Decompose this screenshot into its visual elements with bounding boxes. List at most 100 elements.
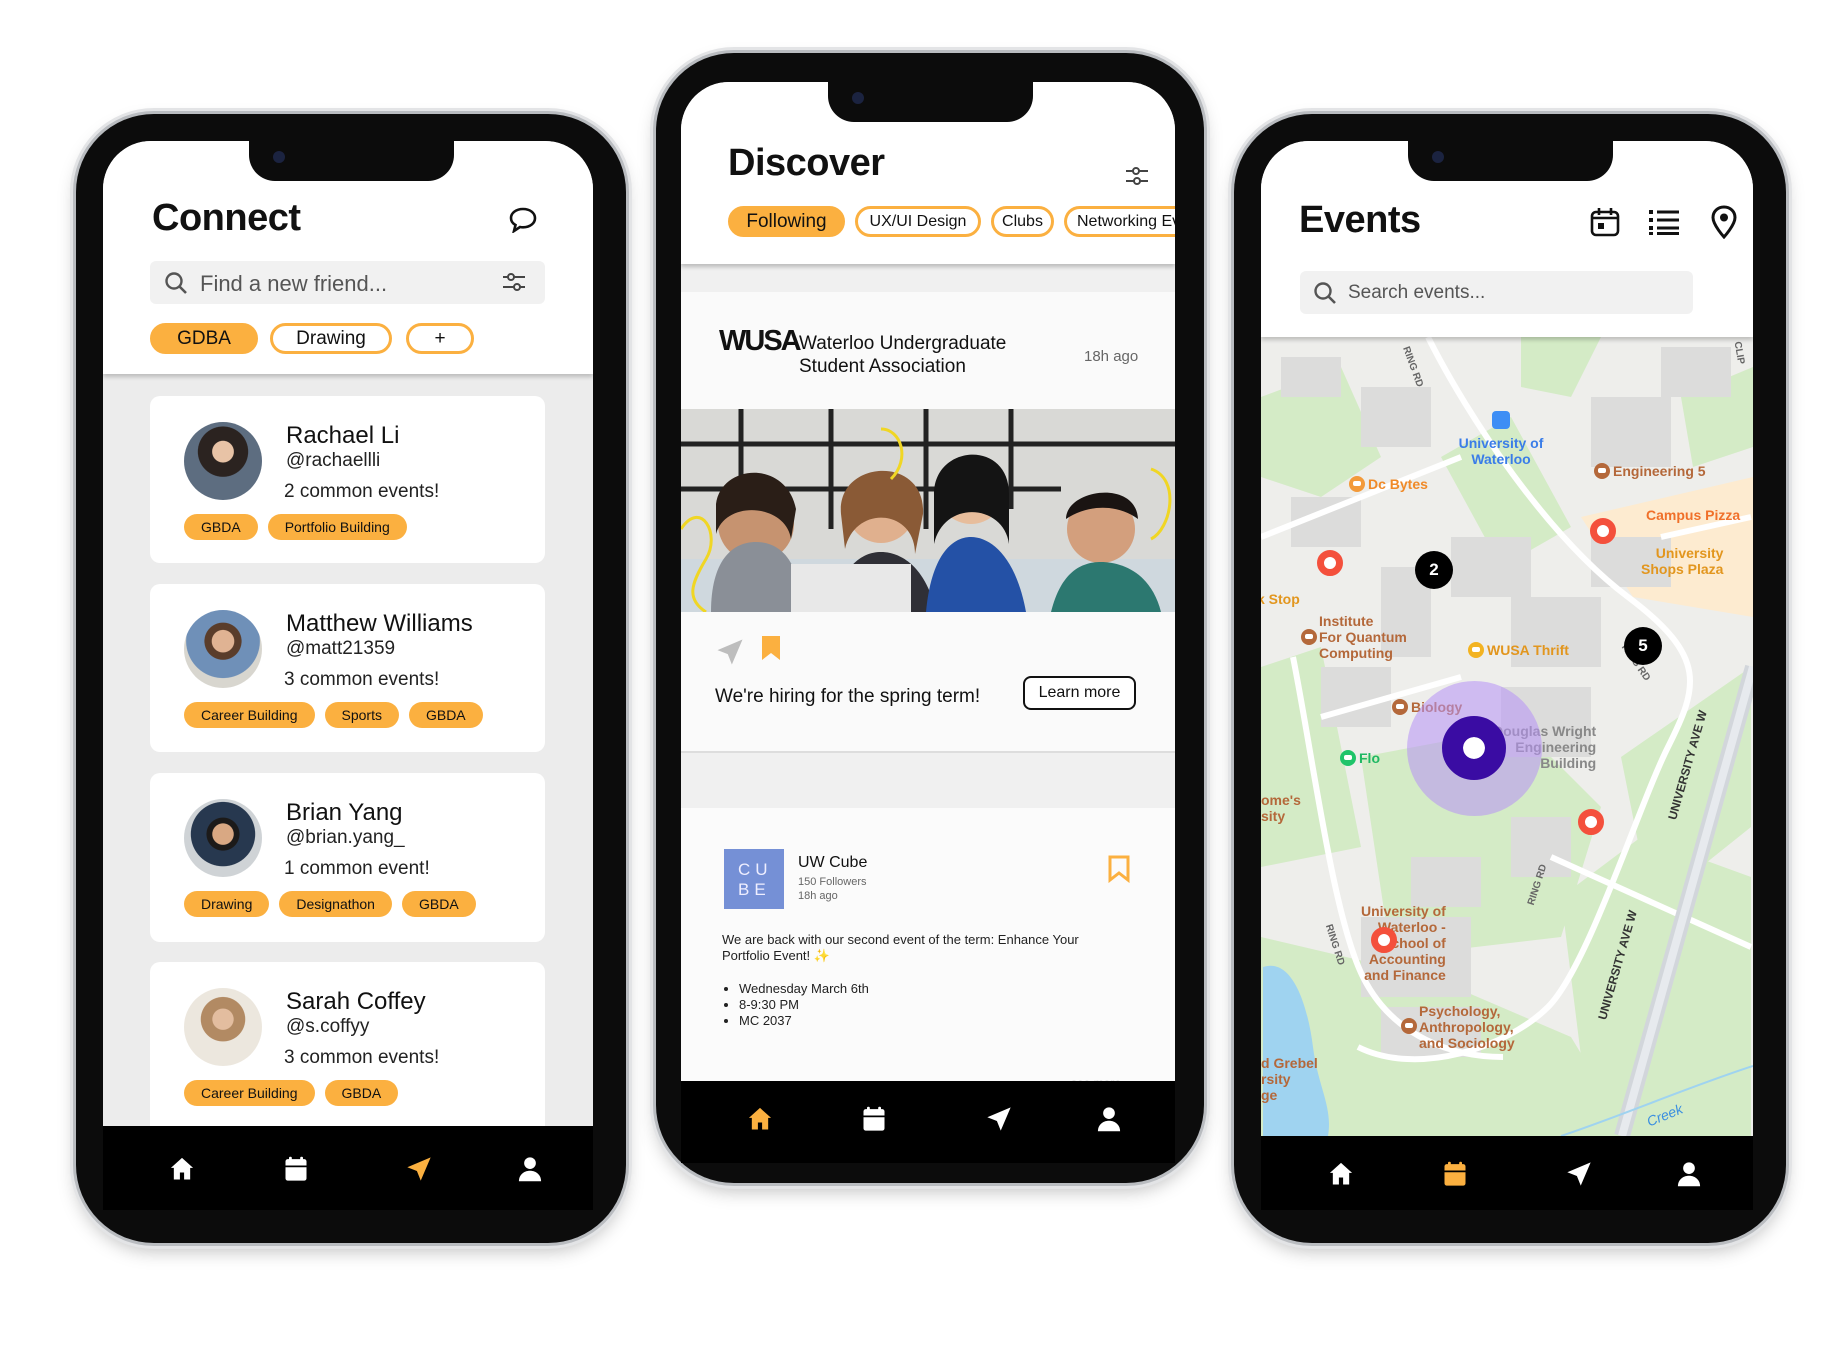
nav-profile-icon[interactable] (516, 1155, 544, 1183)
tag: Career Building (184, 702, 315, 728)
filter-sliders-icon[interactable] (502, 271, 526, 293)
camera-icon (1432, 151, 1444, 163)
share-send-icon[interactable] (715, 637, 745, 667)
chat-icon[interactable] (509, 207, 537, 233)
map-label-university-shops-plaza: University Shops Plaza (1641, 545, 1723, 577)
nav-home-icon[interactable] (168, 1155, 196, 1183)
bottom-nav (1261, 1136, 1753, 1210)
friend-card[interactable]: Brian Yang @brian.yang_ 1 common event! … (150, 773, 545, 942)
filter-chip-gdba[interactable]: GDBA (150, 323, 258, 354)
campus-map[interactable]: University of Waterloo Dc Bytes Engineer… (1261, 337, 1753, 1136)
phone-connect: Connect Find a new friend... GDBA Drawin… (76, 114, 626, 1243)
post-uw-cube[interactable]: CUBE UW Cube 150 Followers 18h ago We ar… (681, 808, 1175, 1108)
common-events: 3 common events! (284, 669, 440, 690)
nav-calendar-icon[interactable] (282, 1155, 310, 1183)
place-name: Computing (1319, 645, 1393, 661)
org-name: UW Cube (798, 854, 868, 871)
tag: Sports (324, 702, 399, 728)
place-name: Dc Bytes (1368, 476, 1428, 492)
friend-card[interactable]: Matthew Williams @matt21359 3 common eve… (150, 584, 545, 752)
place-name: d Grebel (1261, 1055, 1318, 1071)
learn-more-button[interactable]: Learn more (1023, 676, 1136, 710)
tag: GBDA (184, 514, 258, 540)
map-label-flo: Flo (1340, 750, 1380, 766)
search-placeholder: Find a new friend... (200, 271, 388, 296)
post-wusa[interactable]: WUSA Waterloo Undergraduate Student Asso… (681, 292, 1175, 751)
org-name-line: Waterloo Undergraduate (799, 333, 1007, 354)
nav-profile-icon[interactable] (1095, 1105, 1123, 1133)
place-name: Institute (1319, 613, 1374, 629)
wusa-logo: WUSA (719, 325, 802, 357)
add-filter-button[interactable]: + (406, 323, 474, 354)
nav-profile-icon[interactable] (1675, 1160, 1703, 1188)
place-name: and Finance (1364, 967, 1446, 983)
nav-calendar-icon[interactable] (860, 1105, 888, 1133)
place-name: Psychology, (1419, 1003, 1501, 1019)
chip-ux-ui-design[interactable]: UX/UI Design (855, 206, 981, 237)
event-location: MC 2037 (739, 1013, 869, 1029)
chip-clubs[interactable]: Clubs (991, 206, 1054, 237)
chip-networking-events[interactable]: Networking Ev (1064, 206, 1175, 237)
place-name: ge (1261, 1087, 1278, 1103)
place-name: ome's (1261, 792, 1301, 808)
friend-handle: @matt21359 (286, 638, 396, 659)
event-cluster[interactable]: 2 (1415, 551, 1453, 589)
map-label-stop: k Stop (1261, 591, 1300, 607)
search-events-input[interactable]: Search events... (1300, 271, 1693, 314)
tag: Portfolio Building (267, 514, 407, 540)
map-label-conrad-grebel: d Grebel rsity ge (1261, 1055, 1318, 1103)
chip-following[interactable]: Following (728, 206, 845, 237)
tag: Drawing (184, 891, 270, 917)
friend-handle: @rachaellli (286, 450, 381, 471)
common-events: 3 common events! (284, 1047, 440, 1068)
avatar (184, 799, 262, 877)
event-time: 8-9:30 PM (739, 997, 869, 1013)
nav-calendar-icon[interactable] (1441, 1160, 1469, 1188)
bottom-nav (103, 1126, 593, 1210)
bike-icon (1340, 750, 1356, 766)
place-name: and Sociology (1419, 1035, 1515, 1051)
filter-chip-drawing[interactable]: Drawing (270, 323, 392, 354)
search-input[interactable]: Find a new friend... (150, 261, 545, 304)
user-location-dot (1442, 716, 1506, 780)
event-pin[interactable] (1578, 809, 1604, 835)
event-pin[interactable] (1590, 518, 1616, 544)
friend-name: Sarah Coffey (286, 988, 426, 1015)
tag: Career Building (184, 1080, 315, 1106)
notch (249, 141, 454, 181)
friend-card[interactable]: Rachael Li @rachaellli 2 common events! … (150, 396, 545, 563)
search-placeholder: Search events... (1348, 282, 1486, 303)
place-name: Engineering 5 (1613, 463, 1706, 479)
place-name: Flo (1359, 750, 1380, 766)
post-time: 18h ago (1084, 348, 1139, 365)
tag: Designathon (279, 891, 392, 917)
avatar (184, 422, 262, 500)
place-name: Anthropology, (1419, 1019, 1514, 1035)
event-pin[interactable] (1317, 550, 1343, 576)
event-details-list: Wednesday March 6th 8-9:30 PM MC 2037 (739, 981, 869, 1029)
nav-home-icon[interactable] (746, 1105, 774, 1133)
tag: GBDA (324, 1080, 399, 1106)
phone-discover: Discover Following UX/UI Design Clubs Ne… (656, 53, 1204, 1183)
notch (828, 82, 1033, 122)
bookmark-icon[interactable] (761, 635, 781, 661)
friend-name: Matthew Williams (286, 610, 473, 637)
search-icon (1314, 282, 1336, 304)
nav-send-icon[interactable] (405, 1155, 433, 1183)
calendar-view-icon[interactable] (1589, 206, 1621, 238)
bookmark-outline-icon[interactable] (1108, 855, 1130, 883)
shopping-bag-icon (1468, 642, 1484, 658)
tag: GBDA (408, 702, 483, 728)
filter-sliders-icon[interactable] (1125, 165, 1149, 187)
nav-home-icon[interactable] (1327, 1160, 1355, 1188)
nav-send-icon[interactable] (985, 1105, 1013, 1133)
event-cluster[interactable]: 5 (1624, 627, 1662, 665)
post-body: We are back with our second event of the… (722, 932, 1079, 963)
map-label-st-jeromes: ome's sity (1261, 792, 1301, 824)
friend-card[interactable]: Sarah Coffey @s.coffyy 3 common events! … (150, 962, 545, 1142)
map-view-icon[interactable] (1711, 205, 1737, 239)
event-pin[interactable] (1371, 927, 1397, 953)
nav-send-icon[interactable] (1565, 1160, 1593, 1188)
event-date: Wednesday March 6th (739, 981, 869, 997)
list-view-icon[interactable] (1648, 208, 1680, 236)
